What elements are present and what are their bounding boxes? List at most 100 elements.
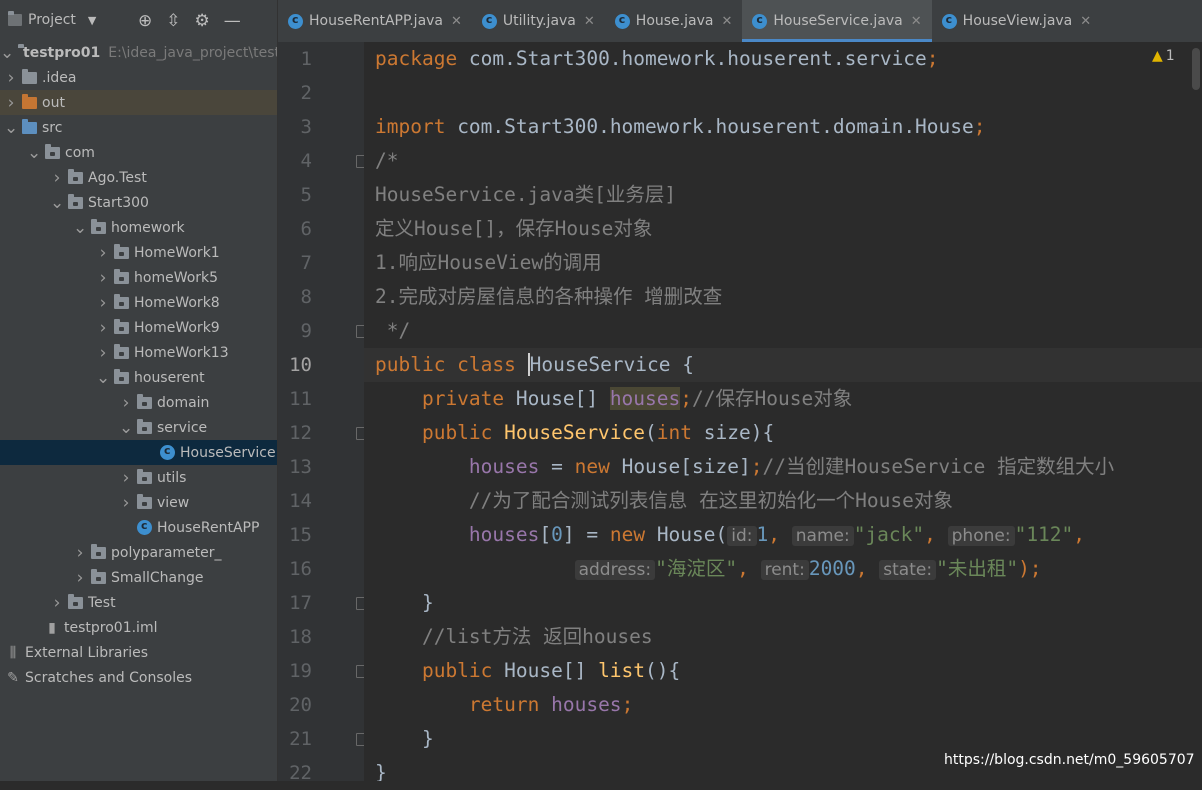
hide-panel-icon[interactable]: —	[224, 11, 241, 31]
chevron-right-icon[interactable]: ›	[73, 568, 87, 588]
tab-houseview[interactable]: HouseView.java ✕	[932, 0, 1102, 42]
code-line-5[interactable]: HouseService.java类[业务层]	[375, 178, 676, 212]
close-icon[interactable]: ✕	[584, 14, 595, 29]
chevron-down-icon[interactable]: ⌄	[27, 143, 41, 163]
code-line-19[interactable]: public House[] list(){	[375, 654, 680, 688]
line-number[interactable]: 16	[278, 552, 312, 586]
line-number[interactable]: 15	[278, 518, 312, 552]
locate-icon[interactable]: ⊕	[138, 11, 152, 31]
line-number[interactable]: 11	[278, 382, 312, 416]
code-line-13[interactable]: houses = new House[size];//当创建HouseServi…	[375, 450, 1114, 484]
tree-item-homework[interactable]: ⌄ homework	[0, 215, 277, 240]
project-view-selector[interactable]: Project ▼	[8, 11, 96, 28]
tree-item-homework8[interactable]: › HomeWork8	[0, 290, 277, 315]
line-number[interactable]: 17	[278, 586, 312, 620]
chevron-right-icon[interactable]: ›	[96, 318, 110, 338]
gear-icon[interactable]: ⚙	[195, 11, 210, 31]
line-number[interactable]: 10	[278, 348, 312, 382]
line-number[interactable]: 13	[278, 450, 312, 484]
tree-item-homework13[interactable]: › HomeWork13	[0, 340, 277, 365]
chevron-right-icon[interactable]: ›	[119, 468, 133, 488]
line-number[interactable]: 18	[278, 620, 312, 654]
chevron-down-icon[interactable]: ⌄	[0, 43, 14, 63]
code-line-10[interactable]: public class HouseService {	[375, 348, 694, 382]
chevron-right-icon[interactable]: ›	[96, 243, 110, 263]
tree-item-smallchange[interactable]: › SmallChange	[0, 565, 277, 590]
inspection-warnings[interactable]: ▲ 1	[1152, 46, 1175, 64]
line-number[interactable]: 19	[278, 654, 312, 688]
code-line-12[interactable]: public HouseService(int size){	[375, 416, 774, 450]
code-line-20[interactable]: return houses;	[375, 688, 633, 722]
chevron-down-icon[interactable]: ⌄	[73, 218, 87, 238]
chevron-right-icon[interactable]: ›	[50, 168, 64, 188]
chevron-right-icon[interactable]: ›	[119, 493, 133, 513]
line-number[interactable]: 20	[278, 688, 312, 722]
code-line-11[interactable]: private House[] houses;//保存House对象	[375, 382, 852, 416]
tree-item-test[interactable]: › Test	[0, 590, 277, 615]
code-line-17[interactable]: }	[375, 586, 434, 620]
line-number[interactable]: 9	[278, 314, 312, 348]
tree-item-homework5[interactable]: › homeWork5	[0, 265, 277, 290]
line-number[interactable]: 6	[278, 212, 312, 246]
code-line-9[interactable]: */	[375, 314, 411, 348]
code-line-7[interactable]: 1.响应HouseView的调用	[375, 246, 602, 280]
close-icon[interactable]: ✕	[721, 14, 732, 29]
code-line-18[interactable]: //list方法 返回houses	[375, 620, 653, 654]
close-icon[interactable]: ✕	[451, 14, 462, 29]
scrollbar-thumb[interactable]	[1192, 48, 1200, 90]
tree-item-view[interactable]: › view	[0, 490, 277, 515]
code-line-21[interactable]: }	[375, 722, 434, 756]
tree-item-com[interactable]: ⌄ com	[0, 140, 277, 165]
code-line-22[interactable]: }	[375, 756, 387, 781]
line-number[interactable]: 22	[278, 756, 312, 790]
code-line-15[interactable]: houses[0] = new House(id: 1, name: "jack",…	[375, 518, 1085, 552]
tree-item-scratches-and-consoles[interactable]: ✎ Scratches and Consoles	[0, 665, 277, 690]
line-number[interactable]: 3	[278, 110, 312, 144]
line-number[interactable]: 12	[278, 416, 312, 450]
tree-item-homework1[interactable]: › HomeWork1	[0, 240, 277, 265]
tree-item-testpro01[interactable]: ⌄ testpro01 E:\idea_java_project\testpro01	[0, 40, 277, 65]
code-line-14[interactable]: //为了配合测试列表信息 在这里初始化一个House对象	[375, 484, 953, 518]
chevron-right-icon[interactable]: ›	[119, 393, 133, 413]
chevron-right-icon[interactable]: ›	[96, 293, 110, 313]
code-line-6[interactable]: 定义House[]，保存House对象	[375, 212, 652, 246]
chevron-right-icon[interactable]: ›	[4, 68, 18, 88]
tree-item-houserentapp[interactable]: HouseRentAPP	[0, 515, 277, 540]
tree-item-ago-test[interactable]: › Ago.Test	[0, 165, 277, 190]
chevron-right-icon[interactable]: ›	[96, 268, 110, 288]
tab-houseservice[interactable]: HouseService.java ✕	[742, 0, 932, 42]
tree-item-houserent[interactable]: ⌄ houserent	[0, 365, 277, 390]
line-number[interactable]: 4	[278, 144, 312, 178]
close-icon[interactable]: ✕	[911, 14, 922, 29]
line-number[interactable]: 2	[278, 76, 312, 110]
chevron-down-icon[interactable]: ⌄	[50, 193, 64, 213]
tree-item-houseservice[interactable]: HouseService	[0, 440, 277, 465]
tree-item-homework9[interactable]: › HomeWork9	[0, 315, 277, 340]
tree-item-service[interactable]: ⌄ service	[0, 415, 277, 440]
tree-item-utils[interactable]: › utils	[0, 465, 277, 490]
editor-gutter[interactable]: 1 2 3 4 5 6 7 8 9 10 11 12 13 14 15 16 17 18 19 20 21 22	[278, 42, 369, 784]
chevron-right-icon[interactable]: ›	[4, 93, 18, 113]
tab-houserentapp[interactable]: HouseRentAPP.java ✕	[278, 0, 472, 42]
line-number[interactable]: 8	[278, 280, 312, 314]
line-number[interactable]: 7	[278, 246, 312, 280]
tree-item-domain[interactable]: › domain	[0, 390, 277, 415]
chevron-down-icon[interactable]: ⌄	[4, 118, 18, 138]
tree-item-src[interactable]: ⌄ src	[0, 115, 277, 140]
chevron-down-icon[interactable]: ⌄	[119, 418, 133, 438]
tree-item-out[interactable]: › out	[0, 90, 277, 115]
line-number[interactable]: 21	[278, 722, 312, 756]
chevron-right-icon[interactable]: ›	[73, 543, 87, 563]
code-line-4[interactable]: /*	[375, 144, 398, 178]
code-editor[interactable]: package com.Start300.homework.houserent.…	[364, 42, 1202, 781]
tree-item-idea[interactable]: › .idea	[0, 65, 277, 90]
close-icon[interactable]: ✕	[1080, 14, 1091, 29]
chevron-right-icon[interactable]: ›	[50, 593, 64, 613]
tree-item-external-libraries[interactable]: ⫼ External Libraries	[0, 640, 277, 665]
tree-item-start300[interactable]: ⌄ Start300	[0, 190, 277, 215]
tab-utility[interactable]: Utility.java ✕	[472, 0, 605, 42]
line-number[interactable]: 14	[278, 484, 312, 518]
line-number[interactable]: 5	[278, 178, 312, 212]
tab-house[interactable]: House.java ✕	[605, 0, 743, 42]
line-number[interactable]: 1	[278, 42, 312, 76]
